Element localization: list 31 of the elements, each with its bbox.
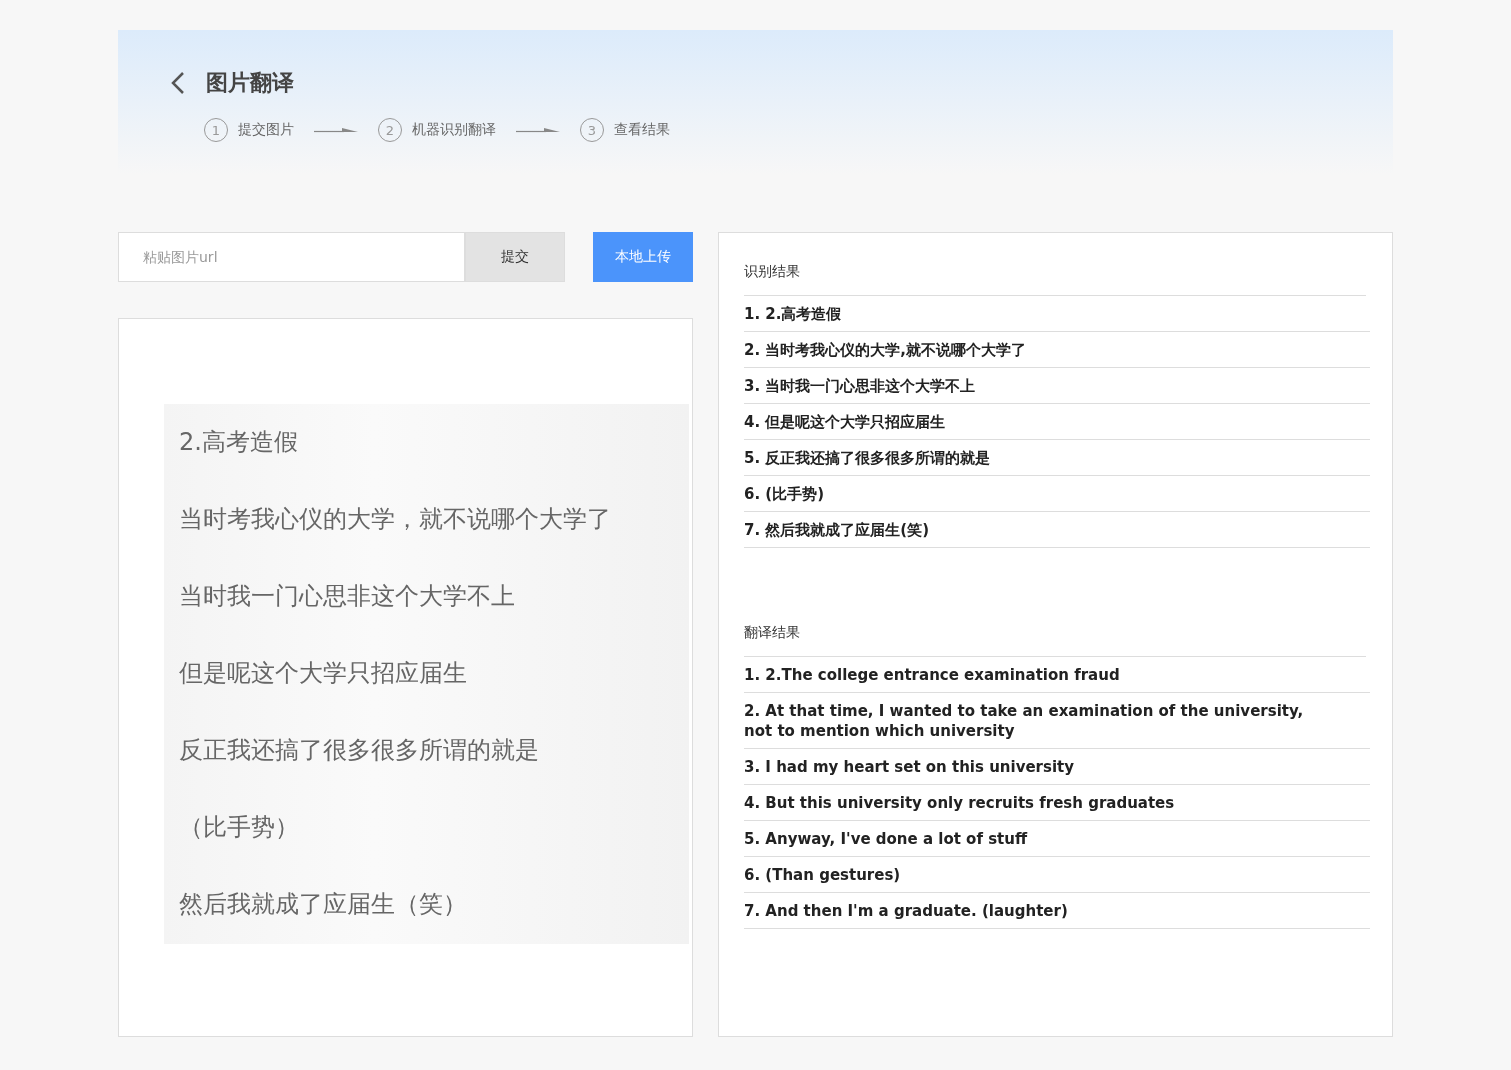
result-line: 6. (比手势) (744, 484, 826, 504)
result-line: 6. (Than gestures) (744, 865, 902, 885)
page-title: 图片翻译 (206, 69, 294, 97)
result-line: 1. 2.高考造假 (744, 304, 843, 324)
result-line: 4. But this university only recruits fresh graduates (744, 793, 1176, 813)
image-text-line: 反正我还搞了很多很多所谓的就是 (179, 735, 540, 766)
submit-button[interactable]: 提交 (465, 232, 565, 282)
url-input-field[interactable]: 粘贴图片url (118, 232, 465, 282)
image-text-line: 当时考我心仪的大学，就不说哪个大学了 (179, 504, 612, 535)
image-text-line: （比手势） (179, 812, 300, 843)
result-line: 7. And then I'm a graduate. (laughter) (744, 901, 1069, 921)
step-label: 机器识别翻译 (412, 121, 496, 139)
result-line: 2. At that time, I wanted to take an examination of the university, not to mention which university (744, 701, 1305, 741)
result-line: 7. 然后我就成了应届生(笑) (744, 520, 931, 540)
result-line: 5. 反正我还搞了很多很多所谓的就是 (744, 448, 992, 468)
result-line: 1. 2.The college entrance examination fraud (744, 665, 1121, 685)
image-text-line: 当时我一门心思非这个大学不上 (179, 581, 516, 612)
section-title: 识别结果 (744, 263, 1366, 296)
image-text-line: 然后我就成了应届生（笑） (179, 889, 468, 920)
result-line: 2. 当时考我心仪的大学,就不说哪个大学了 (744, 340, 1028, 360)
arrow-icon (314, 126, 358, 134)
result-line: 5. Anyway, I've done a lot of stuff (744, 829, 1029, 849)
image-text-line: 但是呢这个大学只招应届生 (179, 658, 468, 689)
arrow-icon (516, 126, 560, 134)
step-label: 提交图片 (238, 121, 294, 139)
step-label: 查看结果 (614, 121, 670, 139)
result-line: 3. I had my heart set on this university (744, 757, 1076, 777)
result-line: 4. 但是呢这个大学只招应届生 (744, 412, 947, 432)
image-text-line: 2.高考造假 (179, 427, 299, 458)
result-line: 3. 当时我一门心思非这个大学不上 (744, 376, 977, 396)
section-title: 翻译结果 (744, 624, 1366, 657)
